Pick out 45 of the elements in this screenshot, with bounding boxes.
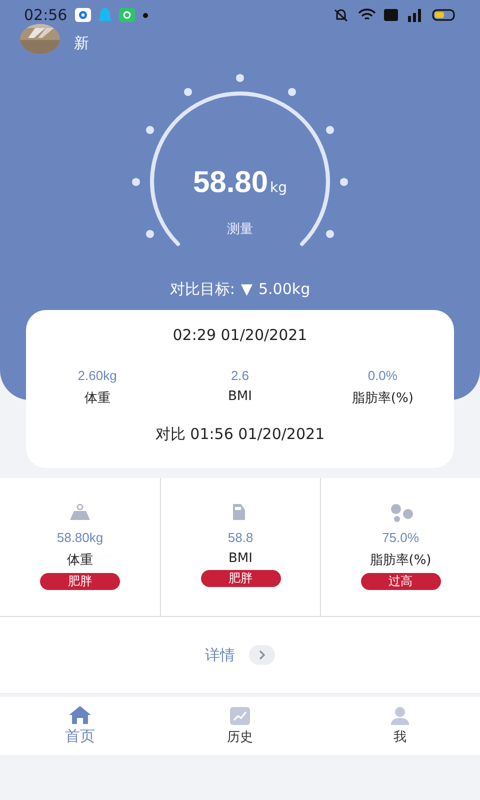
nav-tab[interactable]: 我 [320,697,480,755]
weight-value: 58.80 [192,166,268,200]
stat-label: 脂肪率(%) [352,390,414,407]
chat-app-icon [99,8,112,22]
chart-icon [229,706,251,724]
stat-value: 0.0% [368,368,398,383]
metric-label: 体重 [67,552,93,569]
record-time: 02:29 01/20/2021 [172,326,308,344]
metric-value: 58.8 [228,530,254,545]
metric-label: BMI [228,551,252,566]
hd-icon [384,9,398,21]
chevron-button[interactable] [249,645,275,665]
chevron-icon [258,650,266,660]
battery-icon [432,9,456,21]
status-badge: 肥胖 [200,570,280,587]
stat-label: 体重 [84,390,110,407]
nav-tab[interactable]: 首页 [0,697,160,755]
person-icon [389,706,411,724]
wifi-icon [358,8,376,22]
compare-time: 对比 01:56 01/20/2021 [155,425,325,444]
user-name: 新 [74,34,89,52]
details-link[interactable]: 详情 [205,646,235,664]
nav-tab[interactable]: 历史 [160,697,320,755]
measure-label: 测量 [227,221,253,238]
status-badge: 过高 [360,573,440,590]
weight-icon [68,504,92,522]
mute-bell-icon [332,8,350,22]
metric-value: 58.80kg [56,530,104,545]
signal-icon [406,8,424,22]
target-value: 5.00kg [258,280,310,299]
stat-value: 2.6 [230,368,250,383]
down-arrow-icon: ▼ [240,280,252,299]
dot-icon [143,12,148,18]
stat-label: BMI [228,389,252,404]
metric-label: 脂肪率(%) [370,552,432,569]
eye-app-icon [75,8,92,22]
metric-value: 75.0% [382,530,419,545]
message-app-icon [119,8,136,22]
target-label: 对比目标: [170,280,235,299]
status-badge: 肥胖 [40,573,120,590]
home-icon [69,706,91,724]
stat-value: 2.60kg [78,368,117,383]
molecule-icon [388,504,412,522]
clock-text: 02:56 [24,6,68,24]
unit-label: kg [270,180,288,196]
